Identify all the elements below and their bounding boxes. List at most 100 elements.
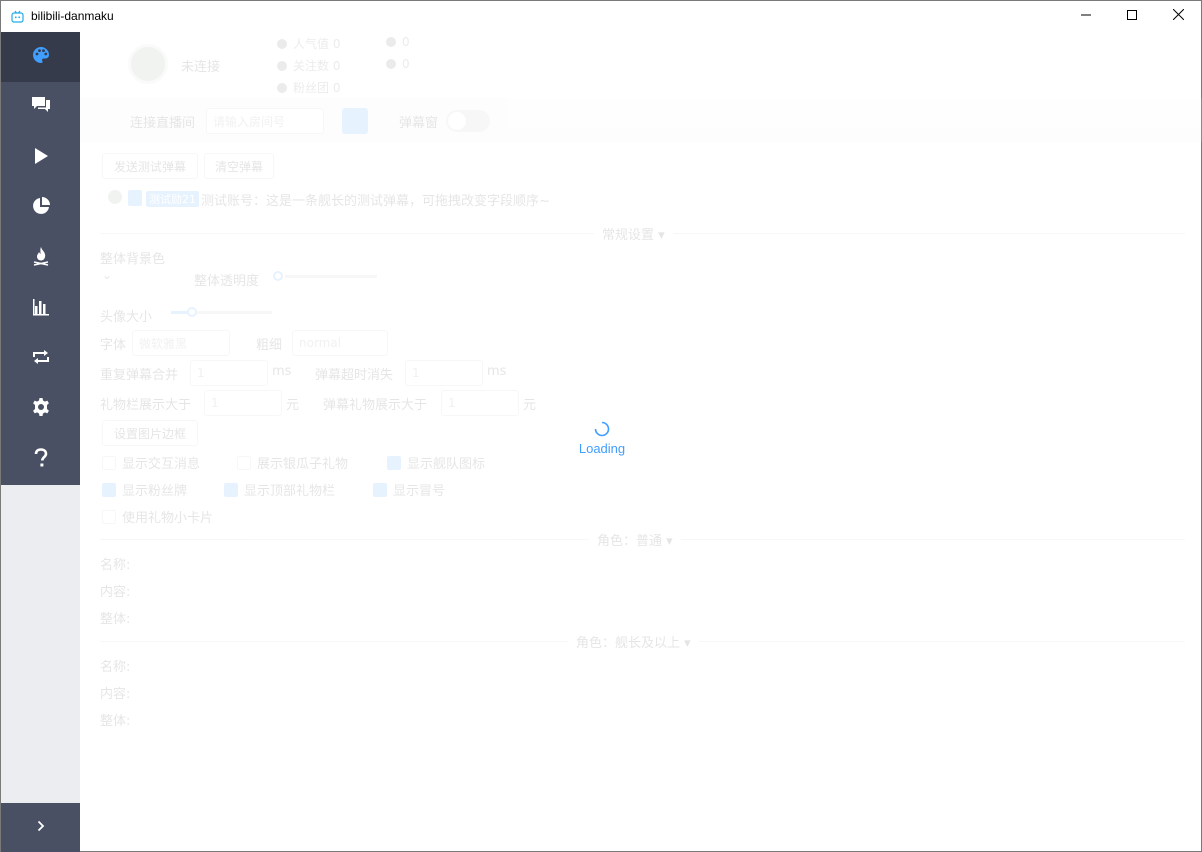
sidebar-item-sync[interactable] [1,334,80,384]
close-button[interactable] [1155,1,1201,31]
font-select-value: 微软雅黑 [139,336,188,351]
sidebar-item-help[interactable] [1,434,80,484]
minimize-icon [1081,9,1091,24]
checkbox-fleet-icon[interactable]: 显示舰队图标 [387,453,485,472]
checkbox-box [102,455,116,470]
avatar-size-slider-track[interactable] [197,311,272,314]
role-captain-section-title[interactable]: 角色：舰长及以上 ▾ [568,632,699,651]
bg-color-dropdown[interactable]: ⌄ [102,268,112,282]
send-test-button[interactable]: 发送测试弹幕 [102,153,198,179]
checkbox-box [102,509,116,524]
role-captain-content-label: 内容: [100,687,131,702]
checkbox-label: 显示冒号 [393,484,446,499]
role-normal-section-text: 角色：普通 [597,534,663,549]
sidebar-collapse-button[interactable] [1,803,80,852]
followers-stat: 关注数 0 [277,57,340,74]
clear-button[interactable]: 清空弹幕 [204,153,274,179]
stat-b: 0 [386,57,410,71]
main-panel: 未连接 人气值 0 关注数 0 粉丝团 0 0 0 连接直播间 请输入房间号 弹… [80,32,1202,852]
avatar-size-slider-handle[interactable] [187,307,197,317]
checkbox-box [373,482,387,497]
role-normal-whole-label: 整体: [100,612,131,627]
weight-label: 粗细 [256,338,283,353]
close-icon [1172,8,1184,24]
checkbox-top-gift-bar[interactable]: 显示顶部礼物栏 [224,480,335,499]
checkbox-box [387,455,401,470]
checkbox-label: 展示银瓜子礼物 [257,457,349,472]
loading-indicator: Loading [576,421,628,456]
captain-badge-icon [128,190,142,206]
pie-chart-icon [31,196,51,220]
stat-b-text: 0 [402,57,410,71]
stat-a: 0 [386,35,410,49]
gift-danmaku-min-unit: 元 [523,398,537,413]
gift-bar-min-unit: 元 [286,398,300,413]
window-title: bilibili-danmaku [31,9,114,23]
maximize-button[interactable] [1109,1,1155,31]
preview-text: 测试账号：这是一条舰长的测试弹幕，可拖拽改变字段顺序~ [201,194,550,209]
role-normal-section-title[interactable]: 角色：普通 ▾ [589,530,681,549]
set-border-button[interactable]: 设置图片边框 [102,420,198,446]
checkbox-silver-gift[interactable]: 展示银瓜子礼物 [237,453,348,472]
checkbox-label: 使用礼物小卡片 [122,511,214,526]
bar-chart-icon [32,298,50,320]
connect-label: 连接直播间 [130,116,196,131]
checkbox-box [224,482,238,497]
gift-danmaku-min-input[interactable]: 1 [441,390,519,416]
checkbox-interaction[interactable]: 显示交互消息 [102,453,200,472]
timeout-input[interactable]: 1 [405,360,483,386]
followers-text: 关注数 0 [293,59,341,73]
role-captain-name-label: 名称: [100,660,131,675]
repeat-merge-unit: ms [272,364,292,379]
checkbox-fan-medal[interactable]: 显示粉丝牌 [102,480,187,499]
sidebar-item-theme[interactable] [1,32,80,83]
user-icon [386,59,396,69]
app-window: bilibili-danmaku 未连接 人气值 0 关注数 0 粉丝团 0 0… [0,0,1202,852]
fans-club-stat: 粉丝团 0 [277,79,340,96]
repeat-merge-input[interactable]: 1 [190,360,268,386]
gift-bar-min-value: 1 [211,396,219,410]
sidebar-item-danmaku[interactable] [1,82,80,132]
sidebar-item-play[interactable] [1,133,80,183]
stat-a-text: 0 [402,35,410,49]
opacity-slider-handle[interactable] [273,271,283,281]
gift-danmaku-min-value: 1 [448,396,456,410]
gear-icon [31,397,51,421]
connection-status: 未连接 [181,60,221,75]
room-id-placeholder: 请输入房间号 [213,114,286,129]
timeout-label: 弹幕超时消失 [315,368,394,383]
repeat-merge-label: 重复弹幕合并 [100,368,179,383]
weight-select-value: normal [299,336,342,350]
timeout-unit: ms [487,364,507,379]
bilibili-logo-icon [11,10,24,23]
role-captain-section-text: 角色：舰长及以上 [576,636,681,651]
fans-club-text: 粉丝团 0 [293,81,341,95]
general-section-text: 常规设置 [602,228,655,243]
room-id-input[interactable]: 请输入房间号 [206,108,324,134]
general-section-title[interactable]: 常规设置 ▾ [594,224,673,243]
help-icon [34,447,48,472]
bg-color-label: 整体背景色 [100,252,166,267]
sidebar-item-hot[interactable] [1,233,80,283]
checkbox-label: 显示粉丝牌 [122,484,188,499]
checkbox-colon[interactable]: 显示冒号 [373,480,445,499]
gift-bar-min-input[interactable]: 1 [204,390,282,416]
opacity-slider-track[interactable] [285,275,377,278]
sidebar [1,32,80,852]
fire-icon [31,246,51,270]
repeat-merge-value: 1 [197,366,205,380]
heart-icon [277,82,287,93]
checkbox-gift-card[interactable]: 使用礼物小卡片 [102,507,213,526]
sidebar-item-chart[interactable] [1,283,80,333]
role-normal-content-label: 内容: [100,585,131,600]
danmaku-window-toggle[interactable] [446,110,490,132]
weight-select[interactable]: normal [292,330,388,356]
minimize-button[interactable] [1063,1,1109,31]
sidebar-item-settings[interactable] [1,384,80,434]
connect-button[interactable] [342,108,368,134]
font-select[interactable]: 微软雅黑 [132,330,230,356]
sidebar-item-stats[interactable] [1,183,80,233]
checkbox-label: 显示顶部礼物栏 [244,484,336,499]
maximize-icon [1127,9,1137,24]
avatar [128,44,168,84]
